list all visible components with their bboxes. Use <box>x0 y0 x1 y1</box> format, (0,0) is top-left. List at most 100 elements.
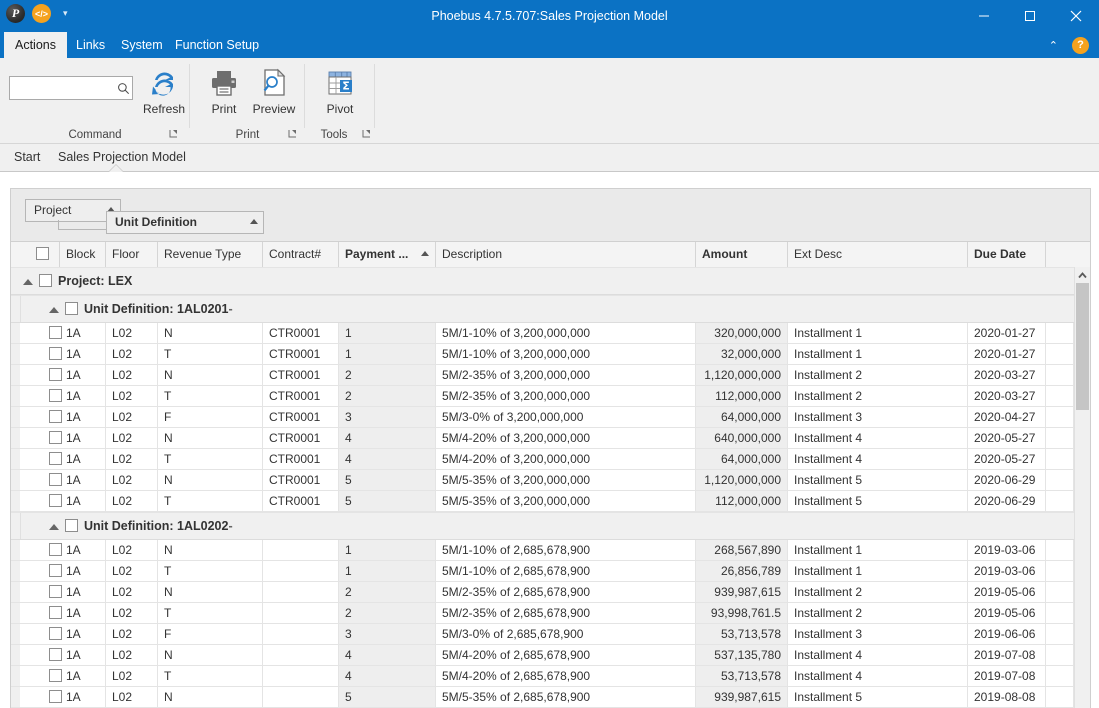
collapse-ribbon-icon[interactable]: ⌃ <box>1043 39 1064 52</box>
vertical-scrollbar[interactable] <box>1074 267 1090 708</box>
cell-duedate: 2019-05-06 <box>968 603 1046 623</box>
cell-extdesc: Installment 2 <box>788 582 968 602</box>
cell-duedate: 2020-06-29 <box>968 491 1046 511</box>
cell-revtype: F <box>158 624 263 644</box>
cell-floor: L02 <box>106 323 158 343</box>
command-dialog-launcher[interactable] <box>169 129 178 140</box>
table-row[interactable]: 1A L02 T CTR0001 1 5M/1-10% of 3,200,000,000 3… <box>11 344 1074 365</box>
table-row[interactable]: 1A L02 N 5 5M/5-35% of 2,685,678,900 939,987,… <box>11 687 1074 708</box>
header-select-all-cell[interactable] <box>11 242 60 267</box>
grid-header-row: Block Floor Revenue Type Contract# Payme… <box>11 241 1090 268</box>
scroll-up-button[interactable] <box>1075 267 1090 283</box>
header-block[interactable]: Block <box>60 242 106 267</box>
print-dialog-launcher[interactable] <box>288 129 297 140</box>
search-input[interactable] <box>13 78 115 98</box>
group-header-row[interactable]: Project: LEX <box>11 267 1074 295</box>
table-row[interactable]: 1A L02 T CTR0001 2 5M/2-35% of 3,200,000,000 1… <box>11 386 1074 407</box>
cell-amount: 53,713,578 <box>696 624 788 644</box>
table-row[interactable]: 1A L02 F 3 5M/3-0% of 2,685,678,900 53,713,57… <box>11 624 1074 645</box>
group-chip-project-label: Project <box>34 203 72 217</box>
table-row[interactable]: 1A L02 N 4 5M/4-20% of 2,685,678,900 537,135,… <box>11 645 1074 666</box>
pivot-button[interactable]: Σ Pivot <box>310 65 370 127</box>
tab-actions[interactable]: Actions <box>4 32 67 58</box>
table-row[interactable]: 1A L02 N CTR0001 5 5M/5-35% of 3,200,000,000 1… <box>11 470 1074 491</box>
table-row[interactable]: 1A L02 N CTR0001 4 5M/4-20% of 3,200,000,000 6… <box>11 428 1074 449</box>
table-row[interactable]: 1A L02 T 2 5M/2-35% of 2,685,678,900 93,998,7… <box>11 603 1074 624</box>
cell-spare <box>1046 582 1074 602</box>
maximize-button[interactable] <box>1007 0 1053 32</box>
cell-floor: L02 <box>106 407 158 427</box>
table-row[interactable]: 1A L02 N CTR0001 2 5M/2-35% of 3,200,000,000 1… <box>11 365 1074 386</box>
cell-contract: CTR0001 <box>263 365 339 385</box>
collapse-group-icon[interactable] <box>49 524 59 530</box>
cell-block: 1A <box>60 645 106 665</box>
cell-floor: L02 <box>106 666 158 686</box>
cell-duedate: 2020-05-27 <box>968 449 1046 469</box>
group-header-label: Unit Definition: 1AL0201- <box>84 302 233 316</box>
chevron-down-icon[interactable]: ▾ <box>63 8 68 19</box>
cell-extdesc: Installment 5 <box>788 491 968 511</box>
header-revenue-type[interactable]: Revenue Type <box>158 242 263 267</box>
ribbon-right-controls: ⌃ ? <box>1043 32 1095 58</box>
group-header-row[interactable]: Unit Definition: 1AL0202- <box>11 512 1074 540</box>
help-button[interactable]: ? <box>1072 36 1089 54</box>
group-checkbox[interactable] <box>65 519 78 532</box>
cell-payment: 4 <box>339 449 436 469</box>
row-indent-spacer <box>20 645 46 665</box>
select-all-checkbox[interactable] <box>36 247 49 260</box>
preview-button[interactable]: Preview <box>244 65 304 127</box>
group-chip-unit-definition[interactable]: Unit Definition <box>106 211 264 234</box>
header-due-date[interactable]: Due Date <box>968 242 1046 267</box>
tab-function-setup[interactable]: Function Setup <box>164 32 270 58</box>
collapse-group-icon[interactable] <box>49 307 59 313</box>
cell-block: 1A <box>60 624 106 644</box>
refresh-button[interactable]: Refresh <box>134 65 194 127</box>
cell-block: 1A <box>60 666 106 686</box>
header-payment[interactable]: Payment ... <box>339 242 436 267</box>
table-row[interactable]: 1A L02 N 2 5M/2-35% of 2,685,678,900 939,987,… <box>11 582 1074 603</box>
cell-desc: 5M/2-35% of 2,685,678,900 <box>436 582 696 602</box>
header-spare[interactable] <box>1046 242 1088 267</box>
group-checkbox[interactable] <box>65 302 78 315</box>
table-row[interactable]: 1A L02 N CTR0001 1 5M/1-10% of 3,200,000,000 3… <box>11 323 1074 344</box>
header-description[interactable]: Description <box>436 242 696 267</box>
cell-spare <box>1046 603 1074 623</box>
header-contract[interactable]: Contract# <box>263 242 339 267</box>
grid-body[interactable]: Project: LEX Unit Definition: 1AL0201- 1A L… <box>11 267 1074 708</box>
group-header-row[interactable]: Unit Definition: 1AL0201- <box>11 295 1074 323</box>
sort-ascending-icon[interactable] <box>421 251 429 256</box>
cell-revtype: N <box>158 428 263 448</box>
cell-contract: CTR0001 <box>263 323 339 343</box>
cell-payment: 1 <box>339 540 436 560</box>
table-row[interactable]: 1A L02 T CTR0001 4 5M/4-20% of 3,200,000,000 6… <box>11 449 1074 470</box>
header-floor[interactable]: Floor <box>106 242 158 267</box>
cell-revtype: F <box>158 407 263 427</box>
group-checkbox[interactable] <box>39 274 52 287</box>
cell-spare <box>1046 540 1074 560</box>
close-button[interactable] <box>1053 0 1099 32</box>
table-row[interactable]: 1A L02 T 1 5M/1-10% of 2,685,678,900 26,856,7… <box>11 561 1074 582</box>
header-amount[interactable]: Amount <box>696 242 788 267</box>
code-icon[interactable]: </> <box>32 4 51 23</box>
row-indent-spacer <box>20 582 46 602</box>
collapse-group-icon[interactable] <box>23 279 33 285</box>
search-icon[interactable] <box>115 78 132 98</box>
app-logo-icon[interactable]: P <box>6 4 25 23</box>
cell-duedate: 2020-03-27 <box>968 386 1046 406</box>
table-row[interactable]: 1A L02 T 4 5M/4-20% of 2,685,678,900 53,713,5… <box>11 666 1074 687</box>
tools-dialog-launcher[interactable] <box>362 129 371 140</box>
cell-floor: L02 <box>106 386 158 406</box>
table-row[interactable]: 1A L02 F CTR0001 3 5M/3-0% of 3,200,000,000 64… <box>11 407 1074 428</box>
tab-links[interactable]: Links <box>65 32 116 58</box>
header-ext-desc[interactable]: Ext Desc <box>788 242 968 267</box>
scrollbar-thumb[interactable] <box>1076 283 1089 410</box>
cell-desc: 5M/1-10% of 2,685,678,900 <box>436 561 696 581</box>
minimize-button[interactable] <box>961 0 1007 32</box>
table-row[interactable]: 1A L02 T CTR0001 5 5M/5-35% of 3,200,000,000 1… <box>11 491 1074 512</box>
command-search-box[interactable] <box>9 76 133 100</box>
doc-tab-start[interactable]: Start <box>4 144 50 171</box>
table-row[interactable]: 1A L02 N 1 5M/1-10% of 2,685,678,900 268,567,… <box>11 540 1074 561</box>
group-label-tools: Tools <box>320 129 348 141</box>
sort-ascending-icon[interactable] <box>250 219 258 224</box>
minimize-icon <box>979 15 989 17</box>
